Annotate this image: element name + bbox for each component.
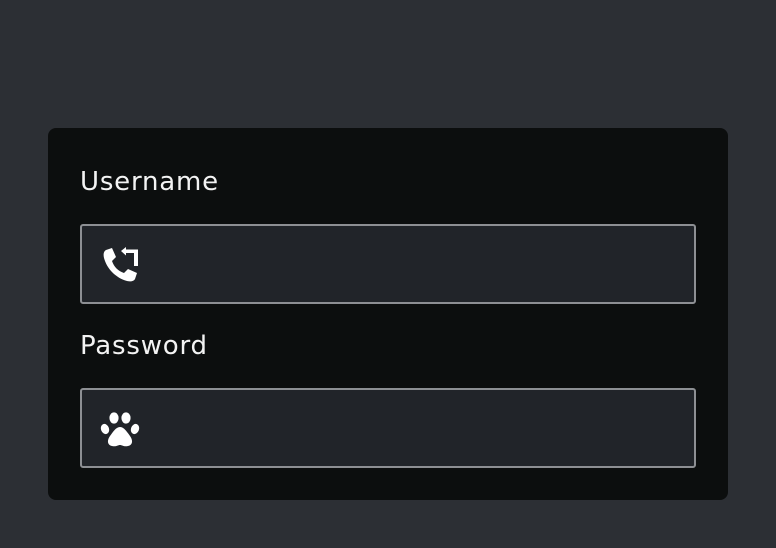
username-field[interactable] — [80, 224, 696, 304]
username-label: Username — [80, 167, 219, 197]
password-input[interactable] — [154, 390, 674, 466]
password-field[interactable] — [80, 388, 696, 468]
login-card: Username Password — [48, 128, 728, 500]
password-label: Password — [80, 331, 208, 361]
phone-forward-icon — [103, 247, 138, 282]
paw-icon — [100, 412, 140, 447]
username-input[interactable] — [154, 226, 674, 302]
